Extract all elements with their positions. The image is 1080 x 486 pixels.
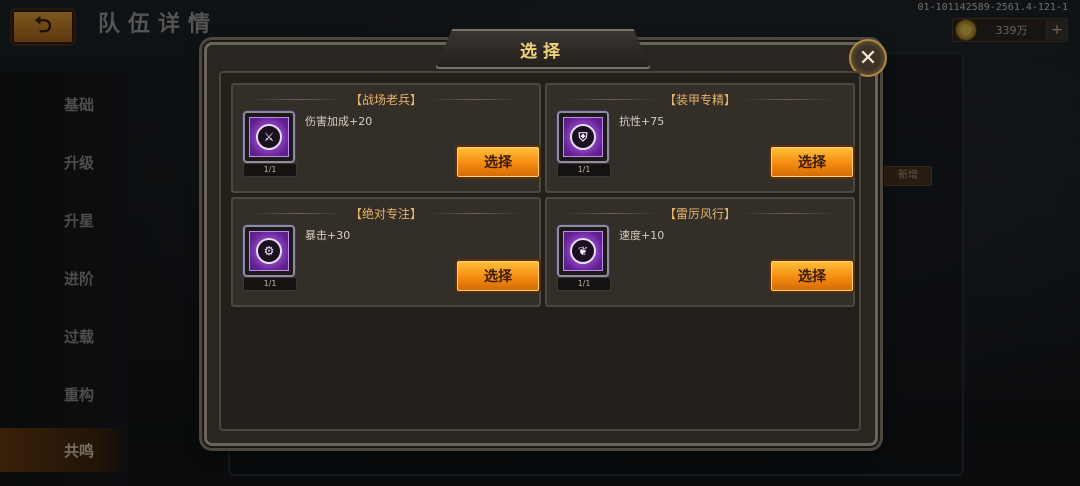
skill-level: 1/1 <box>557 277 611 291</box>
close-icon: ✕ <box>858 45 878 71</box>
skill-title: 【绝对专注】 <box>350 206 423 221</box>
sword-icon: ⚔ <box>256 124 282 150</box>
select-button[interactable]: 选择 <box>769 259 855 293</box>
skill-icon-frame: ❦ <box>557 225 609 277</box>
shield-icon: ⛨ <box>570 124 596 150</box>
select-button[interactable]: 选择 <box>455 145 541 179</box>
skill-card: 【绝对专注】 ⚙ 1/1 暴击+30 选择 <box>231 197 541 307</box>
skill-card: 【雷厉风行】 ❦ 1/1 速度+10 选择 <box>545 197 855 307</box>
skill-icon-frame: ⛨ <box>557 111 609 163</box>
skill-title: 【雷厉风行】 <box>664 206 737 221</box>
select-button[interactable]: 选择 <box>455 259 541 293</box>
leaf-icon: ❦ <box>570 238 596 264</box>
modal-title-tab: 选择 <box>435 29 651 69</box>
skill-card: 【装甲专精】 ⛨ 1/1 抗性+75 选择 <box>545 83 855 193</box>
select-button[interactable]: 选择 <box>769 145 855 179</box>
skill-title: 【战场老兵】 <box>350 92 423 107</box>
skill-icon-frame: ⚔ <box>243 111 295 163</box>
skill-effect: 暴击+30 <box>305 229 351 242</box>
skill-level: 1/1 <box>243 277 297 291</box>
gear-icon: ⚙ <box>256 238 282 264</box>
skill-icon-frame: ⚙ <box>243 225 295 277</box>
skill-effect: 伤害加成+20 <box>305 115 373 128</box>
skill-effect: 抗性+75 <box>619 115 665 128</box>
modal-title: 选择 <box>520 41 566 62</box>
skill-card: 【战场老兵】 ⚔ 1/1 伤害加成+20 选择 <box>231 83 541 193</box>
skill-level: 1/1 <box>557 163 611 177</box>
skill-title: 【装甲专精】 <box>664 92 737 107</box>
skill-level: 1/1 <box>243 163 297 177</box>
skill-effect: 速度+10 <box>619 229 665 242</box>
modal-content: 【战场老兵】 ⚔ 1/1 伤害加成+20 选择 【装甲专精】 ⛨ 1/1 抗性+… <box>219 71 861 431</box>
select-modal: 选择 ✕ 【战场老兵】 ⚔ 1/1 伤害加成+20 选择 【装甲专精】 ⛨ 1/… <box>204 29 887 446</box>
